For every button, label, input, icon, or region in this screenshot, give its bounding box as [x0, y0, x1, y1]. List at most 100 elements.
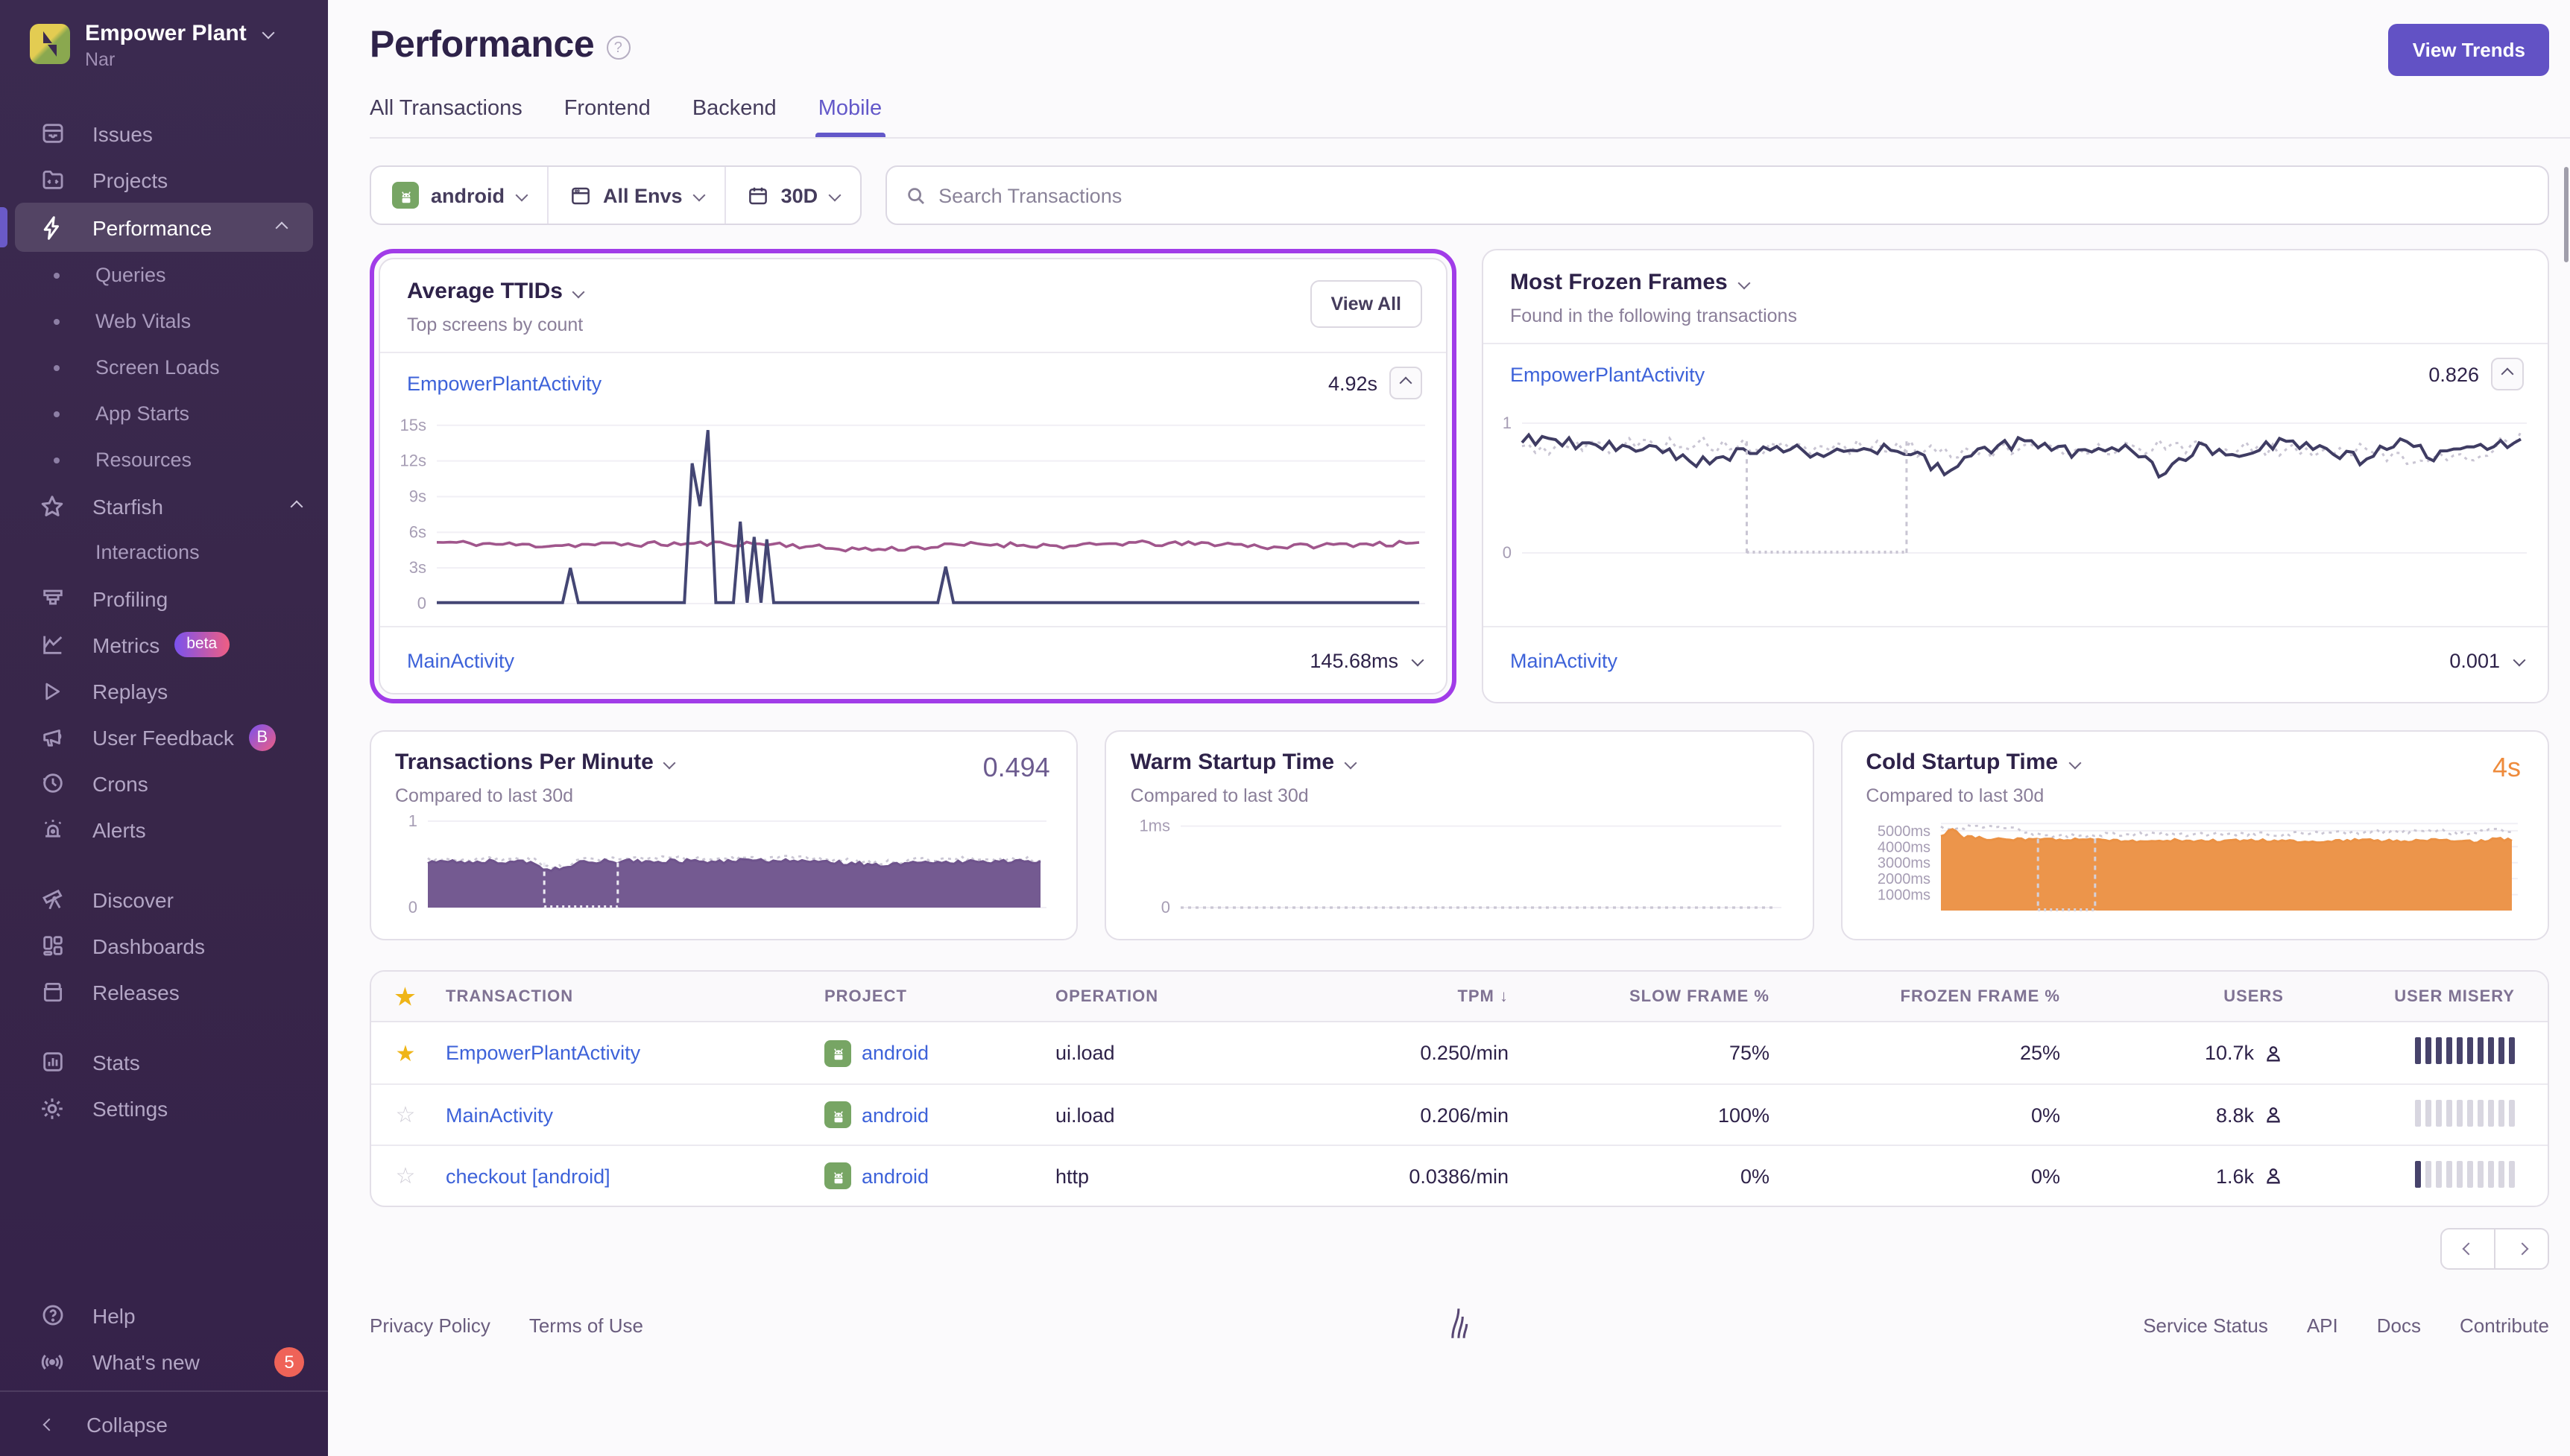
expand-accordion-button[interactable] — [1413, 656, 1422, 665]
footer-link-contribute[interactable]: Contribute — [2460, 1314, 2549, 1337]
transaction-link[interactable]: MainActivity — [407, 649, 514, 671]
search-input[interactable] — [938, 184, 2530, 206]
environment-filter[interactable]: All Envs — [546, 167, 724, 224]
sidebar-item-performance[interactable]: Performance — [15, 203, 313, 252]
cold-startup-card: Cold Startup Time Compared to last 30d 4… — [1840, 730, 2549, 940]
column-header-operation[interactable]: OPERATION — [1049, 987, 1295, 1005]
sidebar-item-discover[interactable]: Discover — [0, 876, 328, 922]
most-frozen-frames-title[interactable]: Most Frozen Frames — [1510, 270, 1749, 295]
sidebar-item-what-s-new[interactable]: What's new5 — [0, 1338, 328, 1384]
sidebar-item-dashboards[interactable]: Dashboards — [0, 922, 328, 969]
project-filter[interactable]: android — [371, 167, 546, 224]
sidebar-item-stats[interactable]: Stats — [0, 1039, 328, 1085]
tpm-subtitle: Compared to last 30d — [395, 785, 1053, 806]
column-header-users[interactable]: USERS — [2093, 987, 2317, 1005]
sidebar-item-crons[interactable]: Crons — [0, 760, 328, 806]
transaction-link[interactable]: MainActivity — [1510, 649, 1617, 671]
badge: beta — [174, 632, 229, 657]
sidebar-item-releases[interactable]: Releases — [0, 969, 328, 1015]
column-header-frozen-frame-[interactable]: FROZEN FRAME % — [1802, 987, 2093, 1005]
sidebar-item-queries[interactable]: Queries — [0, 252, 328, 298]
tab-frontend[interactable]: Frontend — [564, 97, 651, 137]
tab-all-transactions[interactable]: All Transactions — [370, 97, 522, 137]
projects-icon — [39, 166, 66, 193]
column-header-project[interactable]: PROJECT — [818, 987, 1049, 1005]
sidebar-item-resources[interactable]: Resources — [0, 437, 328, 483]
pagination — [370, 1228, 2549, 1270]
star-icon[interactable]: ★ — [371, 983, 440, 1010]
star-toggle[interactable]: ☆ — [371, 1162, 440, 1189]
sidebar-item-label: App Starts — [95, 402, 189, 425]
date-range-filter[interactable]: 30D — [724, 167, 860, 224]
sidebar-item-app-starts[interactable]: App Starts — [0, 390, 328, 437]
footer-link-terms-of-use[interactable]: Terms of Use — [529, 1314, 643, 1337]
column-header-transaction[interactable]: TRANSACTION — [440, 987, 818, 1005]
scrollbar-thumb[interactable] — [2564, 167, 2569, 262]
column-header-tpm[interactable]: TPM ↓ — [1295, 987, 1541, 1005]
android-icon — [824, 1101, 851, 1128]
average-ttids-title[interactable]: Average TTIDs — [407, 279, 584, 304]
sidebar-item-label: Discover — [92, 887, 174, 911]
chevron-left-icon — [2462, 1243, 2475, 1256]
column-header-slow-frame-[interactable]: SLOW FRAME % — [1541, 987, 1802, 1005]
expand-accordion-button[interactable] — [2515, 656, 2524, 665]
sidebar-item-web-vitals[interactable]: Web Vitals — [0, 298, 328, 344]
window-icon — [569, 184, 591, 206]
view-trends-button[interactable]: View Trends — [2389, 24, 2549, 76]
sidebar-item-user-feedback[interactable]: User FeedbackB — [0, 714, 328, 760]
frozen-frame-cell: 0% — [1802, 1165, 2093, 1187]
footer-link-api[interactable]: API — [2307, 1314, 2338, 1337]
frozen-accordion-row-collapsed: MainActivity 0.001 — [1483, 627, 2548, 693]
footer-link-privacy-policy[interactable]: Privacy Policy — [370, 1314, 490, 1337]
sidebar-item-label: Starfish — [92, 494, 163, 518]
previous-page-button[interactable] — [2440, 1228, 2495, 1270]
tab-backend[interactable]: Backend — [692, 97, 777, 137]
tab-mobile[interactable]: Mobile — [818, 97, 882, 137]
sidebar-item-alerts[interactable]: Alerts — [0, 806, 328, 852]
transaction-link[interactable]: EmpowerPlantActivity — [407, 372, 602, 394]
ttid-accordion-row-collapsed: MainActivity 145.68ms — [380, 627, 1446, 693]
sidebar-item-help[interactable]: Help — [0, 1292, 328, 1338]
cold-startup-chart: 5000ms4000ms3000ms2000ms1000ms — [1866, 815, 2524, 927]
sidebar-item-replays[interactable]: Replays — [0, 668, 328, 714]
star-toggle[interactable]: ☆ — [371, 1101, 440, 1128]
sidebar-item-settings[interactable]: Settings — [0, 1085, 328, 1131]
sidebar-item-issues[interactable]: Issues — [0, 110, 328, 156]
transaction-link[interactable]: EmpowerPlantActivity — [446, 1042, 640, 1064]
collapse-accordion-button[interactable] — [2491, 358, 2524, 390]
collapse-accordion-button[interactable] — [1389, 367, 1422, 399]
sidebar-item-projects[interactable]: Projects — [0, 156, 328, 203]
next-page-button[interactable] — [2494, 1228, 2549, 1270]
column-header-user-misery[interactable]: USER MISERY — [2317, 987, 2548, 1005]
date-range-label: 30D — [781, 184, 818, 206]
org-switcher[interactable]: Empower Plant Nar — [0, 0, 328, 92]
transaction-link[interactable]: checkout [android] — [446, 1165, 610, 1187]
sidebar-item-label: Resources — [95, 449, 192, 471]
sidebar-item-label: Metrics — [92, 633, 160, 656]
bullet-dot — [54, 364, 60, 370]
sidebar-collapse-button[interactable]: Collapse — [0, 1390, 328, 1456]
footer-link-service-status[interactable]: Service Status — [2143, 1314, 2268, 1337]
sidebar-item-starfish[interactable]: Starfish — [0, 483, 328, 529]
sidebar-item-profiling[interactable]: Profiling — [0, 575, 328, 621]
transaction-link[interactable]: MainActivity — [446, 1104, 553, 1126]
slow-frame-cell: 0% — [1541, 1165, 1802, 1187]
sidebar-item-metrics[interactable]: Metrics beta — [0, 621, 328, 668]
chevron-down-icon — [572, 285, 585, 298]
project-link[interactable]: android — [862, 1042, 929, 1064]
project-link[interactable]: android — [862, 1165, 929, 1187]
sidebar-item-screen-loads[interactable]: Screen Loads — [0, 344, 328, 390]
tpm-title[interactable]: Transactions Per Minute — [395, 750, 675, 775]
frozen-frame-cell: 25% — [1802, 1042, 2093, 1064]
project-link[interactable]: android — [862, 1104, 929, 1126]
org-project: Nar — [85, 49, 273, 70]
star-toggle[interactable]: ★ — [371, 1039, 440, 1066]
warm-startup-title[interactable]: Warm Startup Time — [1131, 750, 1355, 775]
transaction-link[interactable]: EmpowerPlantActivity — [1510, 363, 1705, 385]
footer-link-docs[interactable]: Docs — [2377, 1314, 2421, 1337]
help-icon[interactable]: ? — [606, 36, 630, 60]
cold-startup-title[interactable]: Cold Startup Time — [1866, 750, 2079, 775]
sidebar-item-interactions[interactable]: Interactions — [0, 529, 328, 575]
sidebar: Empower Plant Nar IssuesProjectsPerforma… — [0, 0, 328, 1456]
view-all-button[interactable]: View All — [1310, 280, 1423, 328]
